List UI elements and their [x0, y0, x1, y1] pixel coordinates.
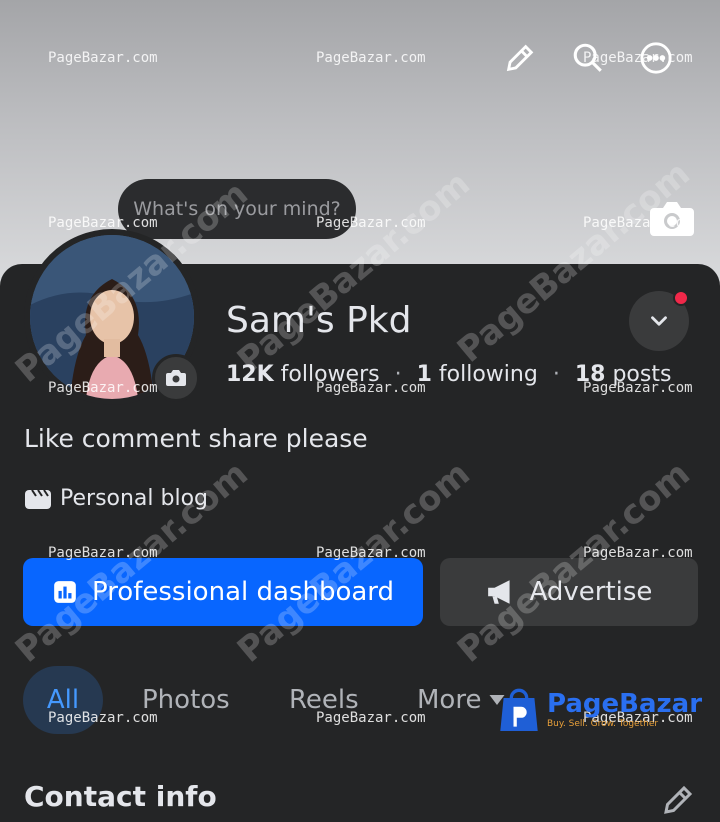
watermark-text: PageBazar.com [48, 545, 158, 561]
watermark-text: PageBazar.com [583, 545, 693, 561]
contact-info-heading: Contact info [24, 780, 217, 813]
shopping-bag-icon [500, 688, 538, 731]
logo-text: PageBazar [547, 689, 703, 719]
pagebazar-logo: PageBazar Buy. Sell. Grow. Together [497, 684, 702, 734]
logo-tagline: Buy. Sell. Grow. Together [547, 719, 659, 729]
chevron-down-icon [651, 316, 667, 326]
watermark-text: PageBazar.com [48, 50, 158, 66]
watermark-text: PageBazar.com [316, 215, 426, 231]
profile-bio: Like comment share please [24, 424, 368, 453]
watermark-text: PageBazar.com [316, 710, 426, 726]
edit-icon[interactable] [500, 38, 540, 78]
watermark-text: PageBazar.com [48, 215, 158, 231]
watermark-text: PageBazar.com [48, 710, 158, 726]
watermark-text: PageBazar.com [583, 50, 693, 66]
notification-dot [673, 290, 689, 306]
avatar-camera-icon[interactable] [152, 354, 200, 402]
watermark-text: PageBazar.com [583, 380, 693, 396]
tab-more[interactable]: More [417, 666, 505, 734]
video-clapper-icon [25, 488, 51, 509]
watermark-text: PageBazar.com [583, 215, 693, 231]
watermark-text: PageBazar.com [316, 50, 426, 66]
watermark-text: PageBazar.com [316, 380, 426, 396]
following-label[interactable]: following [439, 362, 538, 387]
stats-separator: · [552, 362, 560, 387]
tab-more-label: More [417, 685, 482, 715]
edit-contact-icon[interactable] [660, 782, 696, 818]
watermark-text: PageBazar.com [48, 380, 158, 396]
watermark-text: PageBazar.com [316, 545, 426, 561]
